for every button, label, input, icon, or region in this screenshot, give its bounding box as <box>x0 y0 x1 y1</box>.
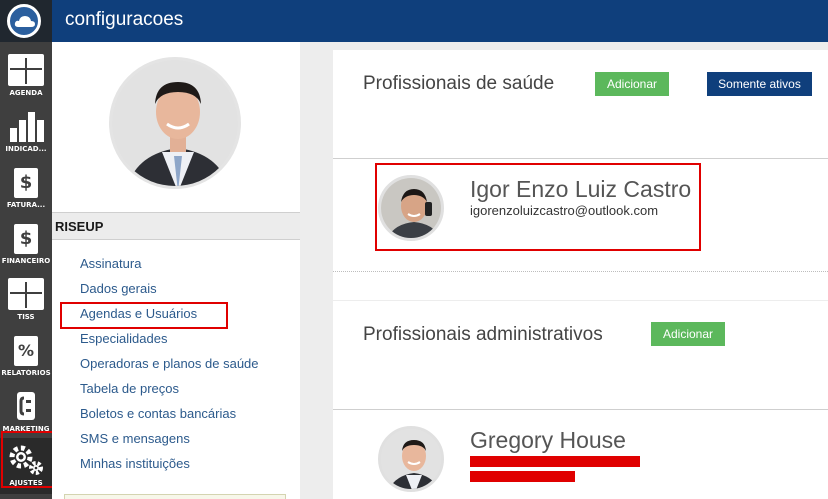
menu-link-dados-gerais[interactable]: Dados gerais <box>80 279 259 304</box>
highlight-ajustes <box>1 431 57 488</box>
page-title: configuracoes <box>65 9 184 30</box>
rail-item-relatorios[interactable]: % RELATÓRIOS <box>0 328 52 384</box>
highlight-agendas-usuarios <box>60 302 228 329</box>
rail-item-agenda[interactable]: AGENDA <box>0 48 52 104</box>
tiss-book-icon <box>8 278 44 310</box>
settings-menu: RISEUP Assinatura Dados gerais Agendas e… <box>52 42 300 499</box>
divider <box>333 271 828 272</box>
admin-professionals-card: Profissionais administrativos Adicionar … <box>333 301 828 499</box>
professional-name: Gregory House <box>470 427 626 453</box>
menu-link-assinatura[interactable]: Assinatura <box>80 254 259 279</box>
cloud-icon <box>14 16 35 27</box>
account-avatar[interactable] <box>109 57 241 189</box>
menu-section-header: RISEUP <box>52 212 300 240</box>
dollar-document-icon: $ <box>8 222 44 254</box>
left-nav-rail: AGENDA INDICAD... $ FATURA... $ FINANCEI… <box>0 0 57 499</box>
health-professionals-title: Profissionais de saúde <box>363 73 555 94</box>
panel-separator <box>300 42 333 499</box>
active-only-button[interactable]: Somente ativos <box>707 72 812 96</box>
redaction-bar <box>470 456 640 467</box>
rail-item-label: FATURA... <box>6 201 46 209</box>
rail-item-label: AGENDA <box>9 89 43 97</box>
menu-link-tabela-precos[interactable]: Tabela de preços <box>80 379 259 404</box>
settings-menu-list: Assinatura Dados gerais Agendas e Usuári… <box>80 254 259 479</box>
main-content: Profissionais de saúde Adicionar Somente… <box>333 42 828 499</box>
section-title: RISEUP <box>55 219 104 234</box>
rail-item-indicadores[interactable]: INDICAD... <box>0 104 52 160</box>
calendar-book-icon <box>8 54 44 86</box>
menu-link-boletos[interactable]: Boletos e contas bancárias <box>80 404 259 429</box>
divider <box>333 409 828 410</box>
app-logo[interactable] <box>0 0 52 42</box>
rail-item-financeiro[interactable]: $ FINANCEIRO <box>0 216 52 272</box>
highlight-professional <box>375 163 701 251</box>
rail-item-faturamento[interactable]: $ FATURA... <box>0 160 52 216</box>
professional-avatar <box>378 426 444 492</box>
health-professionals-card: Profissionais de saúde Adicionar Somente… <box>333 50 828 300</box>
rail-item-label: RELATÓRIOS <box>1 369 51 377</box>
divider <box>333 158 828 159</box>
rail-item-label: FINANCEIRO <box>1 257 51 265</box>
menu-link-especialidades[interactable]: Especialidades <box>80 329 259 354</box>
add-admin-professional-button[interactable]: Adicionar <box>651 322 725 346</box>
rail-item-label: INDICAD... <box>5 145 47 153</box>
phone-icon <box>8 390 44 422</box>
rail-item-label: TISS <box>17 313 35 321</box>
top-header: configuracoes <box>52 0 828 42</box>
menu-bottom-panel <box>64 494 286 499</box>
menu-link-sms[interactable]: SMS e mensagens <box>80 429 259 454</box>
add-health-professional-button[interactable]: Adicionar <box>595 72 669 96</box>
menu-link-instituicoes[interactable]: Minhas instituições <box>80 454 259 479</box>
dollar-document-icon: $ <box>8 166 44 198</box>
admin-professionals-title: Profissionais administrativos <box>363 324 603 345</box>
percent-document-icon: % <box>8 334 44 366</box>
rail-item-tiss[interactable]: TISS <box>0 272 52 328</box>
bar-chart-icon <box>8 110 44 142</box>
menu-link-operadoras[interactable]: Operadoras e planos de saúde <box>80 354 259 379</box>
redaction-bar <box>470 471 575 482</box>
